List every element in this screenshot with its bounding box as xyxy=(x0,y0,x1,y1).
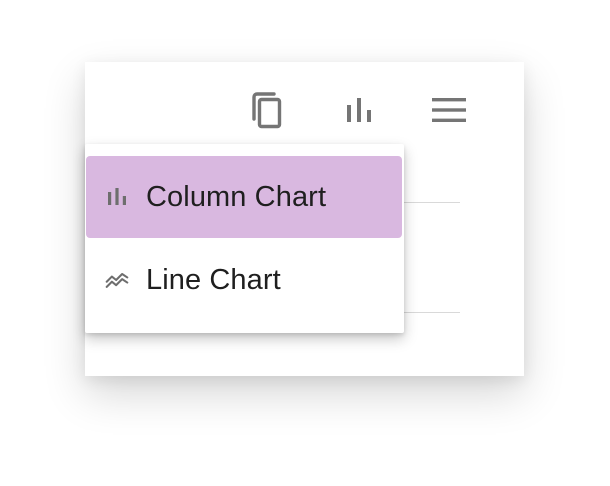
copy-icon xyxy=(252,92,282,129)
menu-item-line-chart[interactable]: Line Chart xyxy=(86,239,402,321)
menu-item-column-chart[interactable]: Column Chart xyxy=(86,156,402,238)
chart-gridline xyxy=(404,312,460,313)
line-chart-icon xyxy=(105,268,129,292)
chart-type-menu: Column Chart Line Chart xyxy=(85,144,404,333)
copy-button[interactable] xyxy=(244,86,292,134)
bar-chart-icon xyxy=(347,98,371,122)
menu-item-label: Column Chart xyxy=(146,180,327,213)
menu-item-label: Line Chart xyxy=(146,263,281,296)
column-chart-icon xyxy=(105,185,129,209)
menu-icon xyxy=(432,98,466,122)
chart-gridline xyxy=(404,202,460,203)
screen: Column Chart Line Chart xyxy=(0,0,610,486)
chart-type-button[interactable] xyxy=(335,86,383,134)
menu-button[interactable] xyxy=(425,86,473,134)
